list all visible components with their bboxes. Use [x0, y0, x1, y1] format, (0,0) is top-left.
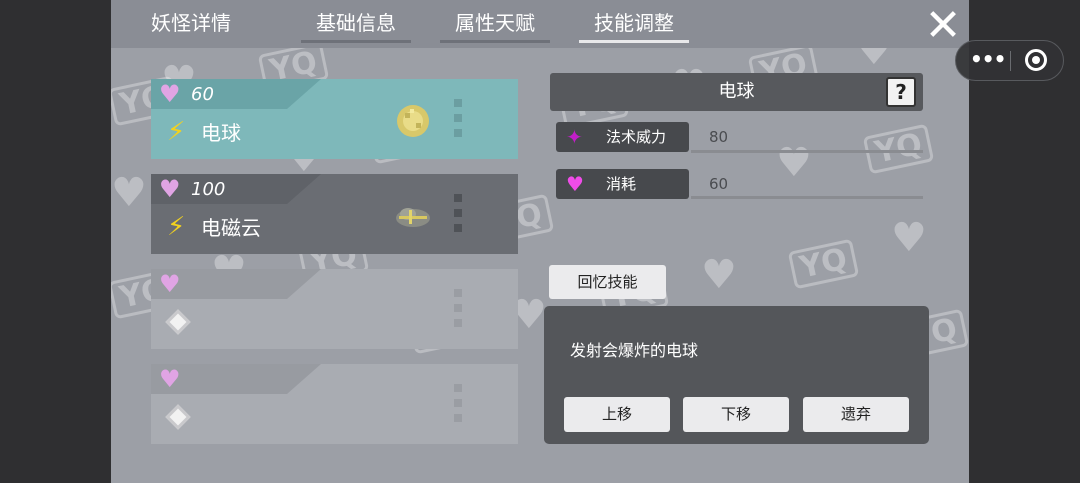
electric-ball-icon — [397, 105, 429, 137]
watermark-logo: YQ — [862, 123, 935, 175]
stat-cost: ♥ 消耗 — [556, 169, 689, 199]
skill-name: 电磁云 — [201, 216, 261, 240]
monster-skill-panel: YQ YQ YQ YQ YQ YQ YQ YQ YQ YQ YQ YQ YQ ♥… — [111, 0, 969, 483]
tab-skill-adjust[interactable]: 技能调整 — [579, 0, 689, 44]
left-letterbox — [0, 0, 111, 483]
skill-description: 发射会爆炸的电球 — [570, 341, 699, 360]
tab-monster-details[interactable]: 妖怪详情 — [141, 0, 241, 44]
tab-underline — [440, 40, 550, 43]
skill-name: 电球 — [201, 121, 241, 145]
stat-bar — [691, 150, 923, 153]
help-button[interactable]: ? — [886, 77, 916, 107]
heart-icon: ♥ — [159, 270, 181, 298]
skill-card-electromagnetic-cloud[interactable]: ♥ 100 ⚡ 电磁云 — [151, 174, 518, 254]
stat-value: 60 — [709, 175, 729, 193]
heart-watermark-icon: ♥ — [891, 215, 927, 261]
lightning-icon: ⚡ — [167, 212, 186, 242]
stat-label: 法术威力 — [606, 128, 667, 146]
stat-value: 80 — [709, 128, 729, 146]
empty-gem-icon — [165, 404, 191, 430]
drag-handle[interactable] — [454, 289, 462, 331]
drag-handle[interactable] — [454, 194, 462, 236]
tab-underline-active — [579, 40, 689, 43]
skill-card-empty[interactable]: ♥ — [151, 364, 518, 444]
move-up-button[interactable]: 上移 — [564, 397, 670, 432]
stat-bar — [691, 196, 923, 199]
skill-cost: 60 — [191, 84, 214, 105]
heart-icon: ♥ — [159, 80, 181, 108]
capsule-divider — [1010, 51, 1011, 71]
skill-detail-header: 电球 ? — [550, 73, 923, 111]
drag-handle[interactable] — [454, 99, 462, 141]
drag-handle[interactable] — [454, 384, 462, 426]
tab-attributes-talents[interactable]: 属性天赋 — [440, 0, 550, 44]
skill-detail-title: 电球 — [718, 81, 755, 102]
heart-watermark-icon: ♥ — [701, 252, 737, 298]
stat-magic-power: ✦ 法术威力 — [556, 122, 689, 152]
heart-watermark-icon: ♥ — [776, 140, 812, 186]
recall-skill-button[interactable]: 回忆技能 — [549, 265, 666, 299]
magic-power-icon: ✦ — [566, 125, 583, 149]
watermark-logo: YQ — [787, 238, 860, 290]
heart-icon: ♥ — [566, 172, 584, 196]
close-icon[interactable]: ✕ — [923, 4, 963, 48]
electromagnetic-cloud-icon — [396, 208, 430, 227]
empty-gem-icon — [165, 309, 191, 335]
skill-description-box: 发射会爆炸的电球 上移 下移 遗弃 — [544, 306, 929, 444]
skill-card-empty[interactable]: ♥ — [151, 269, 518, 349]
skill-card-electric-ball[interactable]: ♥ 60 ⚡ 电球 — [151, 79, 518, 159]
stat-label: 消耗 — [606, 175, 637, 193]
discard-button[interactable]: 遗弃 — [803, 397, 909, 432]
move-down-button[interactable]: 下移 — [683, 397, 789, 432]
close-mini-program-icon[interactable] — [1025, 49, 1047, 71]
tab-basic-info[interactable]: 基础信息 — [301, 0, 411, 44]
heart-watermark-icon: ♥ — [111, 170, 147, 216]
mini-program-capsule: ••• — [955, 40, 1064, 81]
heart-icon: ♥ — [159, 365, 181, 393]
lightning-icon: ⚡ — [167, 117, 186, 147]
skill-cost: 100 — [191, 179, 226, 200]
tab-underline — [301, 40, 411, 43]
more-icon[interactable]: ••• — [970, 41, 1006, 80]
heart-icon: ♥ — [159, 175, 181, 203]
